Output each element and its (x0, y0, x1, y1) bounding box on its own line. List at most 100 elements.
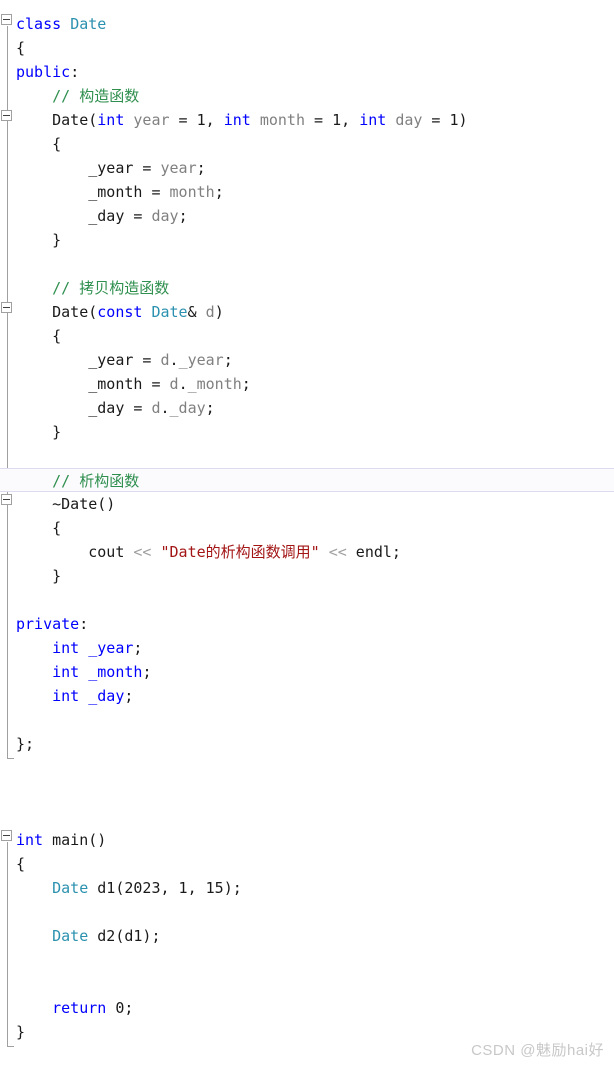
code-line[interactable]: int main() (0, 828, 614, 852)
code-line[interactable]: Date d1(2023, 1, 15); (0, 876, 614, 900)
code-line-text: Date(const Date& d) (0, 300, 224, 324)
token-kw: int (16, 831, 44, 849)
code-line-text: Date d2(d1); (0, 924, 161, 948)
csdn-watermark: CSDN @魅励hai好 (471, 1042, 604, 1059)
code-line[interactable]: ~Date() (0, 492, 614, 516)
code-line[interactable] (0, 804, 614, 828)
code-line[interactable] (0, 252, 614, 276)
code-line-text: { (0, 324, 61, 348)
token-pl: _day = (16, 207, 152, 225)
token-pl: d1(2023, 1, 15); (88, 879, 242, 897)
token-kw: int (52, 663, 80, 681)
token-kw: int (52, 639, 80, 657)
token-kw: return (52, 999, 107, 1017)
code-line-text: _month = month; (0, 180, 223, 204)
token-var: _month (187, 375, 242, 393)
token-pl: main() (43, 831, 107, 849)
token-kw: class (16, 15, 62, 33)
token-pl: : (79, 615, 89, 633)
code-line[interactable]: { (0, 852, 614, 876)
token-pl: { (16, 519, 62, 537)
code-line-text: { (0, 36, 25, 60)
token-cmt: // 构造函数 (16, 87, 140, 105)
code-line-text: int _day; (0, 684, 133, 708)
code-line[interactable] (0, 756, 614, 780)
token-pl: d2(d1); (88, 927, 161, 945)
code-line-text: // 构造函数 (0, 84, 139, 108)
token-pl: ; (133, 639, 143, 657)
code-line-text: _day = d._day; (0, 396, 214, 420)
code-line[interactable]: _year = year; (0, 156, 614, 180)
code-line[interactable]: Date(int year = 1, int month = 1, int da… (0, 108, 614, 132)
code-line[interactable]: private: (0, 612, 614, 636)
token-type: Date (52, 927, 89, 945)
code-line[interactable]: } (0, 564, 614, 588)
code-line[interactable] (0, 708, 614, 732)
code-line[interactable]: return 0; (0, 996, 614, 1020)
token-var: _year (178, 351, 224, 369)
token-var: d (151, 399, 161, 417)
code-line[interactable]: int _year; (0, 636, 614, 660)
token-op: << (328, 543, 347, 561)
code-line[interactable]: { (0, 36, 614, 60)
code-line[interactable]: { (0, 516, 614, 540)
code-line[interactable] (0, 588, 614, 612)
token-pl: cout (16, 543, 134, 561)
code-line-text: } (0, 228, 61, 252)
token-pl: _month = (16, 183, 170, 201)
code-line[interactable]: _month = d._month; (0, 372, 614, 396)
code-line[interactable]: { (0, 324, 614, 348)
token-kw: public (16, 63, 71, 81)
code-line[interactable]: Date(const Date& d) (0, 300, 614, 324)
token-pl: ; (124, 687, 134, 705)
code-line[interactable]: _month = month; (0, 180, 614, 204)
token-pl: }; (16, 735, 35, 753)
token-pl: ; (196, 159, 206, 177)
token-pl: = 1, (305, 111, 360, 129)
code-editor[interactable]: class Date{public: // 构造函数 Date(int year… (0, 0, 614, 1068)
code-line[interactable]: int _month; (0, 660, 614, 684)
code-line[interactable]: // 拷贝构造函数 (0, 276, 614, 300)
token-var: month (169, 183, 215, 201)
code-line-text: Date d1(2023, 1, 15); (0, 876, 242, 900)
token-pl: . (169, 351, 179, 369)
code-line[interactable]: cout << "Date的析构函数调用" << endl; (0, 540, 614, 564)
code-line-text: int _year; (0, 636, 142, 660)
code-line[interactable]: // 构造函数 (0, 84, 614, 108)
token-var: d (169, 375, 179, 393)
token-kw: int (359, 111, 387, 129)
token-str: "Date的析构函数调用" (160, 543, 320, 561)
code-line[interactable] (0, 900, 614, 924)
code-line-current[interactable]: // 析构函数 (0, 468, 614, 492)
code-line-text: _year = d._year; (0, 348, 233, 372)
code-line[interactable] (0, 780, 614, 804)
code-line[interactable]: _year = d._year; (0, 348, 614, 372)
code-line[interactable]: } (0, 420, 614, 444)
code-line[interactable]: _day = day; (0, 204, 614, 228)
code-line[interactable] (0, 972, 614, 996)
code-line[interactable]: class Date (0, 12, 614, 36)
token-cmt: // 拷贝构造函数 (16, 279, 170, 297)
token-kw: private (16, 615, 80, 633)
code-line-text: // 析构函数 (0, 469, 139, 493)
code-line[interactable] (0, 948, 614, 972)
code-line[interactable]: }; (0, 732, 614, 756)
token-var: day (395, 111, 423, 129)
code-surface[interactable]: class Date{public: // 构造函数 Date(int year… (0, 0, 614, 1068)
token-var: d (160, 351, 170, 369)
code-line[interactable]: public: (0, 60, 614, 84)
token-kw: int (223, 111, 251, 129)
code-line[interactable]: { (0, 132, 614, 156)
code-line[interactable] (0, 444, 614, 468)
code-line[interactable]: } (0, 228, 614, 252)
token-type: Date (52, 879, 89, 897)
code-line[interactable]: Date d2(d1); (0, 924, 614, 948)
token-pl: ; (178, 207, 188, 225)
code-line[interactable]: _day = d._day; (0, 396, 614, 420)
code-line[interactable]: int _day; (0, 684, 614, 708)
